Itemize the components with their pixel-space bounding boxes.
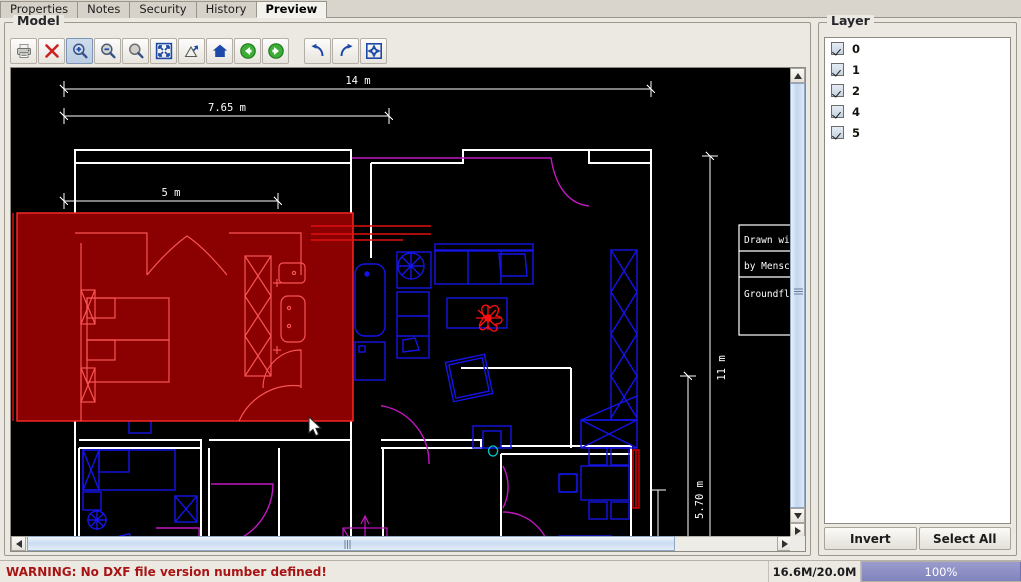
zoom-out-icon[interactable]: [94, 37, 121, 64]
pan-move-icon[interactable]: [360, 37, 387, 64]
progress-bar-label: 100%: [924, 564, 958, 579]
progress-bar: 100%: [861, 561, 1021, 582]
close-icon[interactable]: [38, 37, 65, 64]
fit-all-icon[interactable]: [150, 37, 177, 64]
dim-label-5m: 5 m: [162, 187, 181, 199]
layer-checkbox[interactable]: [831, 42, 844, 55]
layer-row[interactable]: 5: [825, 122, 1010, 143]
tab-label: Notes: [87, 2, 121, 17]
scroll-down-arrow[interactable]: [790, 508, 805, 523]
tab-notes[interactable]: Notes: [77, 1, 131, 18]
layer-label: 1: [852, 62, 861, 77]
cad-hscroll-thumb[interactable]: [27, 536, 675, 551]
forward-arrow-icon[interactable]: [262, 37, 289, 64]
cad-vertical-scrollbar[interactable]: [790, 68, 805, 538]
layer-panel-title: Layer: [827, 14, 874, 28]
dim-label-570m: 5.70 m: [694, 481, 706, 519]
invert-button[interactable]: Invert: [824, 527, 917, 550]
tab-bar-filler: [326, 0, 1021, 18]
layer-actions: Invert Select All: [824, 527, 1011, 550]
layer-panel: Layer 0 1 2 4 5 Invert Select All: [818, 14, 1017, 556]
main-content: Model 14 m 7.65 m 5 m 11 m 5.70 m Drawn …: [0, 14, 1021, 560]
tab-security[interactable]: Security: [129, 1, 197, 18]
layer-list[interactable]: 0 1 2 4 5: [824, 37, 1011, 524]
cad-horizontal-scrollbar[interactable]: [11, 536, 792, 551]
dxf-viewer-window: Properties Notes Security History Previe…: [0, 0, 1021, 582]
scrollbar-corner: [790, 536, 805, 551]
layer-row[interactable]: 0: [825, 38, 1010, 59]
status-warning-message: WARNING: No DXF file version number defi…: [0, 561, 769, 582]
rotate-left-icon[interactable]: [304, 37, 331, 64]
title-block-line-3: Groundfloor: [744, 289, 792, 300]
cad-viewport[interactable]: 14 m 7.65 m 5 m 11 m 5.70 m Drawn wi by …: [10, 67, 806, 552]
zoom-icon[interactable]: [122, 37, 149, 64]
layer-checkbox[interactable]: [831, 105, 844, 118]
model-toolbar: [10, 37, 388, 64]
layer-checkbox[interactable]: [831, 84, 844, 97]
layer-label: 5: [852, 125, 861, 140]
rotate-right-icon[interactable]: [332, 37, 359, 64]
back-arrow-icon[interactable]: [234, 37, 261, 64]
tab-label: History: [205, 2, 247, 17]
layer-label: 4: [852, 104, 861, 119]
layer-label: 0: [852, 41, 861, 56]
scroll-up-arrow[interactable]: [790, 68, 805, 83]
print-icon[interactable]: [10, 37, 37, 64]
layer-row[interactable]: 4: [825, 101, 1010, 122]
title-block-line-1: Drawn with A: [744, 235, 792, 246]
tab-history[interactable]: History: [195, 1, 257, 18]
select-all-button[interactable]: Select All: [918, 527, 1011, 550]
fit-area-icon[interactable]: [178, 37, 205, 64]
tab-label: Preview: [265, 1, 318, 16]
dim-label-11m: 11 m: [716, 355, 728, 380]
home-icon[interactable]: [206, 37, 233, 64]
layer-checkbox[interactable]: [831, 126, 844, 139]
model-panel: Model 14 m 7.65 m 5 m 11 m 5.70 m Drawn …: [4, 14, 811, 556]
cad-drawing[interactable]: 14 m 7.65 m 5 m 11 m 5.70 m Drawn wi by …: [11, 68, 792, 538]
dim-label-14m: 14 m: [345, 75, 370, 87]
floorplan-svg: 14 m 7.65 m 5 m 11 m 5.70 m Drawn wi by …: [11, 68, 792, 538]
tab-label: Security: [139, 2, 187, 17]
layer-checkbox[interactable]: [831, 63, 844, 76]
title-block-line-2: by Mensch u: [744, 261, 792, 272]
status-bar: WARNING: No DXF file version number defi…: [0, 560, 1021, 582]
layer-row[interactable]: 2: [825, 80, 1010, 101]
model-panel-title: Model: [13, 14, 64, 28]
title-block: Drawn with A by Mensch u Groundfloor: [738, 224, 792, 336]
layer-row[interactable]: 1: [825, 59, 1010, 80]
memory-indicator[interactable]: 16.6M/20.0M: [769, 561, 861, 582]
tab-preview[interactable]: Preview: [255, 1, 328, 18]
zoom-in-icon[interactable]: [66, 37, 93, 64]
scroll-left-arrow[interactable]: [11, 536, 26, 551]
dim-label-765m: 7.65 m: [208, 102, 246, 114]
layer-label: 2: [852, 83, 861, 98]
cad-vscroll-thumb[interactable]: [790, 83, 805, 508]
